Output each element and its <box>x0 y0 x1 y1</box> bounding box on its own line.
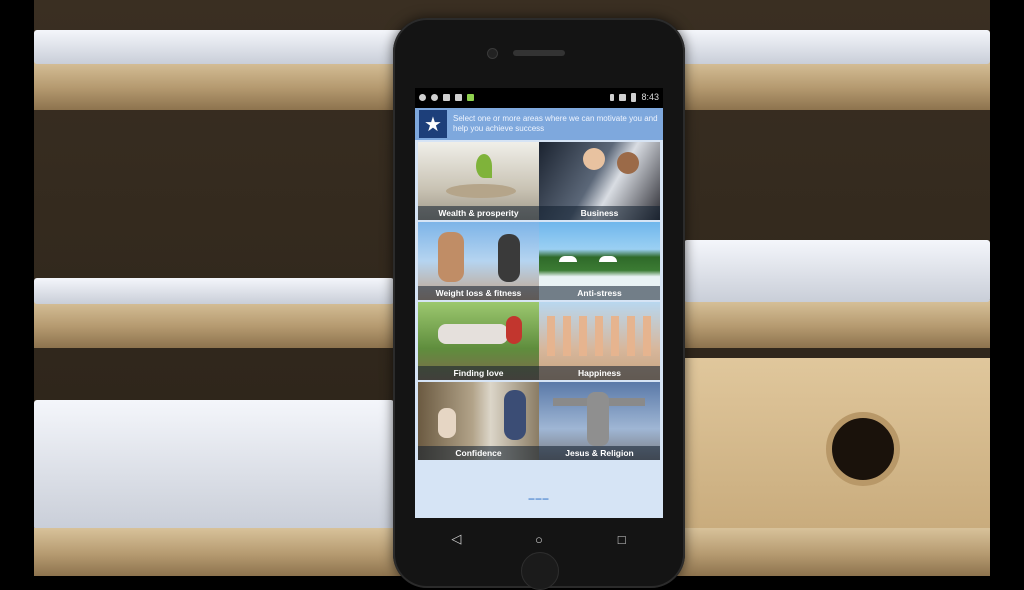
paper-stack-bottom <box>34 400 394 530</box>
plant-image <box>476 154 492 178</box>
paper-stack-middle-left <box>34 278 394 304</box>
status-bar: 8:43 <box>415 88 663 106</box>
wifi-icon <box>619 93 627 101</box>
back-triangle-icon[interactable]: ◁ <box>441 528 471 550</box>
status-time: 8:43 <box>641 92 659 102</box>
navigation-bar: ◁ ○ □ <box>415 524 663 554</box>
battery-icon <box>631 92 637 102</box>
category-happiness[interactable]: Happiness <box>539 302 660 380</box>
category-confidence[interactable]: Confidence <box>418 382 539 460</box>
front-camera <box>487 48 498 59</box>
home-circle-icon[interactable]: ○ <box>524 528 554 550</box>
red-shirt-image <box>506 316 522 344</box>
category-finding-love[interactable]: Finding love <box>418 302 539 380</box>
page-indicator: ▬▬▬ <box>528 496 550 502</box>
businessman-image <box>583 148 605 170</box>
runner-man-image <box>438 232 464 282</box>
earpiece-speaker <box>513 50 565 56</box>
header-instruction: Select one or more areas where we can mo… <box>453 114 658 133</box>
couple-image <box>438 324 508 344</box>
category-weight-loss-fitness[interactable]: Weight loss & fitness <box>418 222 539 300</box>
category-label: Business <box>539 206 660 220</box>
physical-home-button[interactable] <box>521 552 559 590</box>
category-label: Finding love <box>418 366 539 380</box>
bluetooth-icon <box>610 93 615 101</box>
audience-image <box>438 408 456 438</box>
category-label: Jesus & Religion <box>539 446 660 460</box>
recents-square-icon[interactable]: □ <box>607 528 637 550</box>
coins-image <box>446 184 516 198</box>
category-label: Happiness <box>539 366 660 380</box>
category-business[interactable]: Business <box>539 142 660 220</box>
star-icon[interactable]: ★ <box>419 110 447 138</box>
friends-group-image <box>547 316 653 356</box>
notification-icon <box>419 93 426 101</box>
drawer-hole <box>826 412 900 486</box>
christ-statue-image <box>587 392 609 446</box>
category-wealth-prosperity[interactable]: Wealth & prosperity <box>418 142 539 220</box>
businesswoman-image <box>617 152 639 174</box>
info-icon <box>431 93 438 101</box>
category-label: Confidence <box>418 446 539 460</box>
android-icon <box>467 93 474 101</box>
category-label: Anti-stress <box>539 286 660 300</box>
paper-stack-middle-right <box>684 240 990 302</box>
motivation-app: ★ Select one or more areas where we can … <box>415 108 663 518</box>
category-label: Wealth & prosperity <box>418 206 539 220</box>
category-anti-stress[interactable]: Anti-stress <box>539 222 660 300</box>
lock-icon <box>443 93 450 101</box>
umbrella-image <box>599 256 617 262</box>
category-jesus-religion[interactable]: Jesus & Religion <box>539 382 660 460</box>
umbrella-image <box>559 256 577 262</box>
speaker-man-image <box>504 390 526 440</box>
image-icon <box>455 93 462 101</box>
category-label: Weight loss & fitness <box>418 286 539 300</box>
runner-woman-image <box>498 234 520 282</box>
smartphone: 8:43 ★ Select one or more areas where we… <box>393 18 685 590</box>
category-grid: Wealth & prosperity Business Weight loss… <box>418 142 660 460</box>
app-header: ★ Select one or more areas where we can … <box>415 108 663 140</box>
phone-screen: 8:43 ★ Select one or more areas where we… <box>415 88 663 518</box>
